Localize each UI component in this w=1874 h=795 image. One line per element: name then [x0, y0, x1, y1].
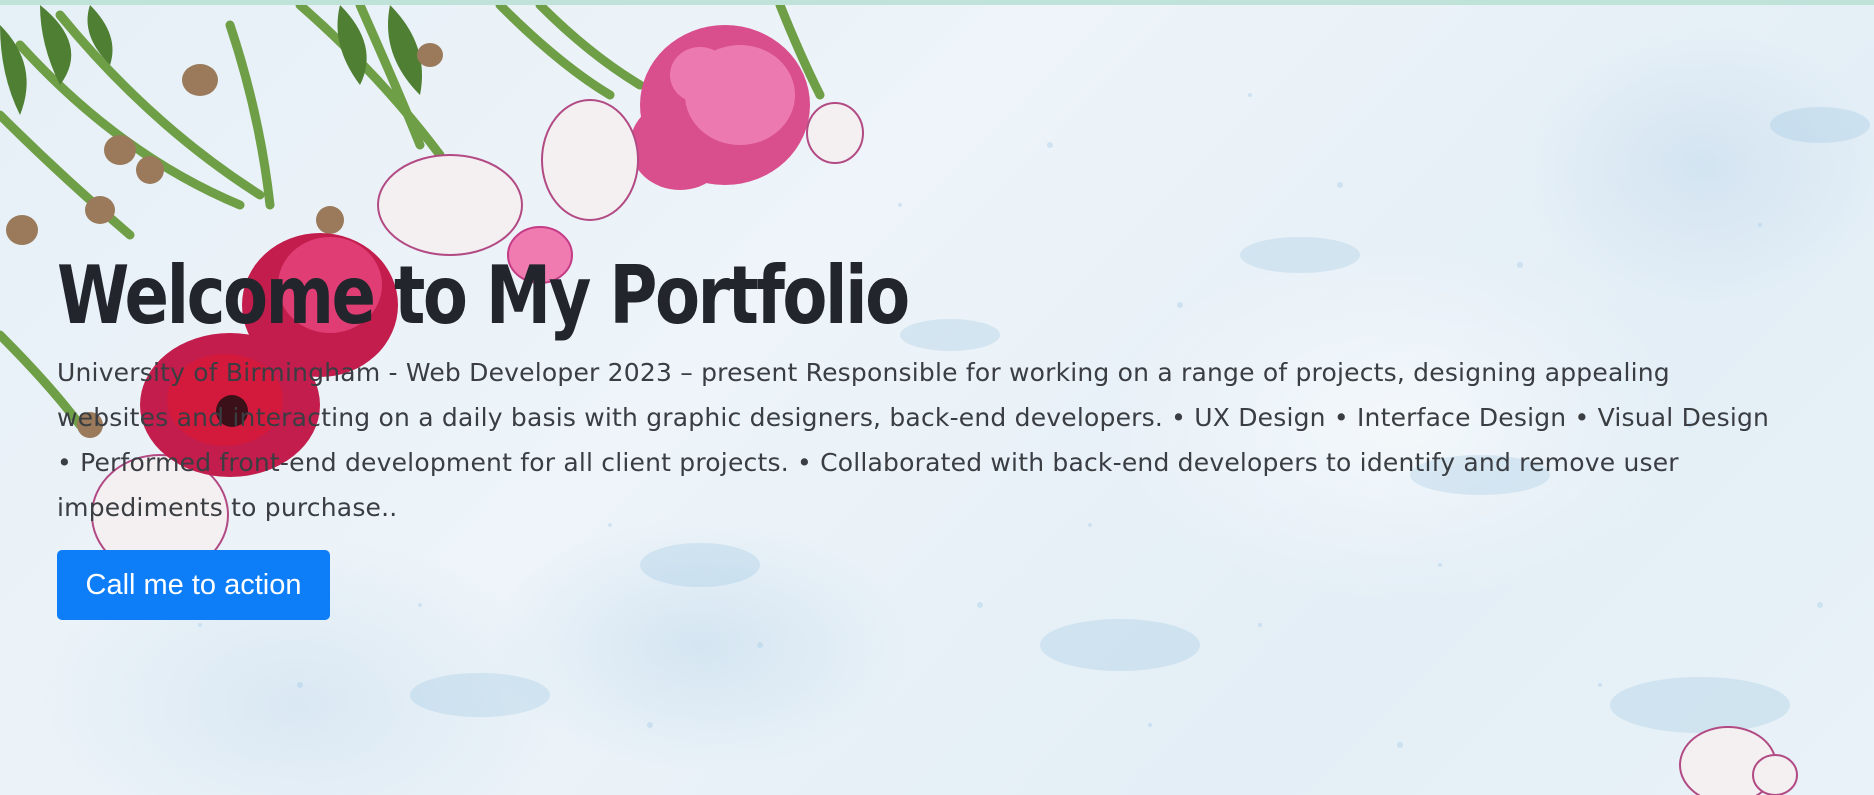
hero-title: Welcome to My Portfolio: [57, 249, 910, 342]
hero-section: Welcome to My Portfolio University of Bi…: [0, 5, 1874, 795]
hero-description: University of Birmingham - Web Developer…: [57, 358, 1770, 522]
hero-content: Welcome to My Portfolio University of Bi…: [57, 248, 1777, 620]
call-to-action-button[interactable]: Call me to action: [57, 550, 330, 620]
